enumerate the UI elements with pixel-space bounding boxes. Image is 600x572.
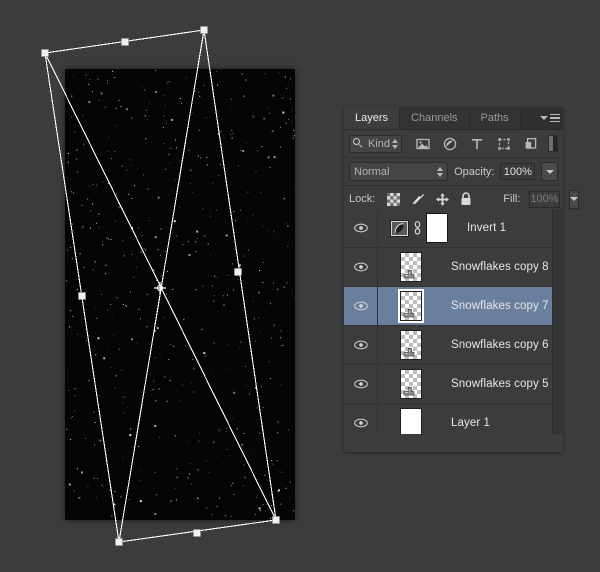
layer-name: Layer 1 bbox=[451, 417, 491, 429]
free-transform-overlay[interactable] bbox=[0, 0, 340, 572]
layer-thumbnail-cell[interactable] bbox=[378, 330, 442, 360]
layer-thumbnail-cell[interactable] bbox=[378, 408, 442, 434]
eye-icon[interactable] bbox=[353, 418, 368, 428]
layer-thumbnail-cell[interactable] bbox=[378, 252, 442, 282]
link-mask-icon[interactable] bbox=[413, 221, 422, 235]
eye-icon[interactable] bbox=[353, 262, 368, 272]
eye-icon[interactable] bbox=[353, 379, 368, 389]
invert-adjustment-icon[interactable] bbox=[390, 219, 409, 237]
tab-channels-label: Channels bbox=[411, 112, 458, 124]
eye-icon[interactable] bbox=[353, 340, 368, 350]
layer-list-scrollbar[interactable] bbox=[552, 209, 563, 434]
layer-thumbnail[interactable] bbox=[398, 289, 424, 323]
transform-handle-top-right[interactable] bbox=[200, 26, 208, 34]
opacity-label: Opacity: bbox=[454, 165, 495, 178]
lock-icon-group[interactable] bbox=[387, 192, 472, 206]
chevron-down-icon bbox=[540, 116, 548, 120]
chevron-down-icon bbox=[569, 197, 578, 201]
transform-handle-top-left[interactable] bbox=[41, 49, 49, 57]
layer-list[interactable]: Invert 1 Snowflakes copy 8 Snowflakes co… bbox=[344, 209, 563, 434]
snowflake-shape bbox=[403, 309, 415, 318]
transform-handle-top-center[interactable] bbox=[121, 38, 129, 46]
eye-icon[interactable] bbox=[353, 223, 368, 233]
snowflake-shape bbox=[403, 270, 415, 279]
layers-panel[interactable]: Layers Channels Paths Kind Normal Opacit… bbox=[344, 107, 579, 452]
layer-thumbnail-cell[interactable] bbox=[378, 213, 458, 243]
lock-transparency-icon[interactable] bbox=[387, 192, 401, 206]
tab-layers[interactable]: Layers bbox=[344, 107, 401, 129]
document-canvas-area[interactable] bbox=[0, 0, 340, 572]
adjustment-layer-filter-icon[interactable] bbox=[443, 137, 457, 151]
layer-visibility-toggle[interactable] bbox=[344, 418, 377, 428]
lock-label: Lock: bbox=[349, 193, 376, 205]
layer-thumbnail[interactable] bbox=[400, 330, 422, 360]
panel-menu-icon[interactable] bbox=[540, 111, 560, 125]
layer-thumbnail[interactable] bbox=[400, 408, 422, 434]
hamburger-icon bbox=[550, 113, 560, 123]
pixel-layer-filter-icon[interactable] bbox=[416, 137, 430, 151]
transform-handle-bottom-right[interactable] bbox=[272, 516, 280, 524]
updown-spinner-icon[interactable] bbox=[437, 166, 444, 177]
layer-row-5[interactable]: Snowflakes copy 5 bbox=[344, 365, 563, 404]
layer-visibility-toggle[interactable] bbox=[344, 301, 377, 311]
type-layer-filter-icon[interactable] bbox=[470, 137, 484, 151]
panel-footer bbox=[344, 434, 563, 452]
blend-mode-row[interactable]: Normal Opacity: 100% bbox=[344, 158, 563, 186]
layer-name: Snowflakes copy 7 bbox=[451, 300, 549, 312]
layer-thumbnail[interactable] bbox=[400, 252, 422, 282]
opacity-dropdown-button[interactable] bbox=[541, 162, 558, 181]
tab-paths[interactable]: Paths bbox=[469, 107, 521, 129]
search-icon bbox=[353, 138, 364, 149]
layer-row-2[interactable]: Snowflakes copy 8 bbox=[344, 248, 563, 287]
layer-filter-row[interactable]: Kind bbox=[344, 130, 563, 158]
layer-thumbnail-cell[interactable] bbox=[378, 369, 442, 399]
snowflake-shape bbox=[403, 348, 415, 357]
snowflake-shape bbox=[403, 387, 415, 396]
layer-name: Snowflakes copy 6 bbox=[451, 339, 549, 351]
layer-name: Invert 1 bbox=[467, 222, 507, 234]
layer-mask-thumbnail[interactable] bbox=[426, 213, 448, 243]
transform-handle-right-center[interactable] bbox=[234, 268, 242, 276]
filter-kind-select[interactable]: Kind bbox=[349, 134, 403, 153]
lock-position-icon[interactable] bbox=[436, 192, 450, 206]
smart-object-filter-icon[interactable] bbox=[524, 137, 538, 151]
layer-thumbnail[interactable] bbox=[400, 369, 422, 399]
updown-spinner-icon[interactable] bbox=[392, 138, 399, 149]
shape-layer-filter-icon[interactable] bbox=[497, 137, 511, 151]
layer-name: Snowflakes copy 5 bbox=[451, 378, 549, 390]
eye-icon[interactable] bbox=[353, 301, 368, 311]
layer-visibility-toggle[interactable] bbox=[344, 262, 377, 272]
layer-row-1[interactable]: Invert 1 bbox=[344, 209, 563, 248]
fill-value[interactable]: 100% bbox=[529, 190, 560, 208]
filter-toggle-switch[interactable] bbox=[548, 135, 558, 152]
lock-image-pixels-icon[interactable] bbox=[411, 193, 425, 206]
transform-pivot[interactable] bbox=[154, 282, 166, 294]
fill-label: Fill: bbox=[503, 193, 521, 205]
layer-name: Snowflakes copy 8 bbox=[451, 261, 549, 273]
filter-kind-label: Kind bbox=[368, 137, 391, 150]
layer-visibility-toggle[interactable] bbox=[344, 340, 377, 350]
tab-channels[interactable]: Channels bbox=[400, 107, 470, 129]
layer-visibility-toggle[interactable] bbox=[344, 379, 377, 389]
chevron-down-icon bbox=[545, 169, 554, 174]
layer-thumbnail-cell[interactable] bbox=[378, 289, 442, 323]
transform-handle-bottom-left[interactable] bbox=[115, 538, 123, 546]
tab-paths-label: Paths bbox=[480, 112, 509, 124]
opacity-value[interactable]: 100% bbox=[500, 163, 536, 180]
layer-visibility-toggle[interactable] bbox=[344, 223, 377, 233]
filter-type-icons[interactable] bbox=[416, 137, 538, 151]
tab-layers-label: Layers bbox=[355, 112, 389, 124]
blend-mode-select[interactable]: Normal bbox=[349, 162, 449, 181]
transform-handle-left-center[interactable] bbox=[78, 292, 86, 300]
layer-row-4[interactable]: Snowflakes copy 6 bbox=[344, 326, 563, 365]
panel-tab-bar[interactable]: Layers Channels Paths bbox=[344, 107, 563, 130]
fill-dropdown-button[interactable] bbox=[568, 189, 579, 209]
lock-all-icon[interactable] bbox=[460, 192, 472, 206]
layer-row-3[interactable]: Snowflakes copy 7 bbox=[344, 287, 563, 326]
blend-mode-value: Normal bbox=[354, 165, 390, 178]
layer-row-6[interactable]: Layer 1 bbox=[344, 404, 563, 434]
transform-handle-bottom-center[interactable] bbox=[193, 529, 201, 537]
